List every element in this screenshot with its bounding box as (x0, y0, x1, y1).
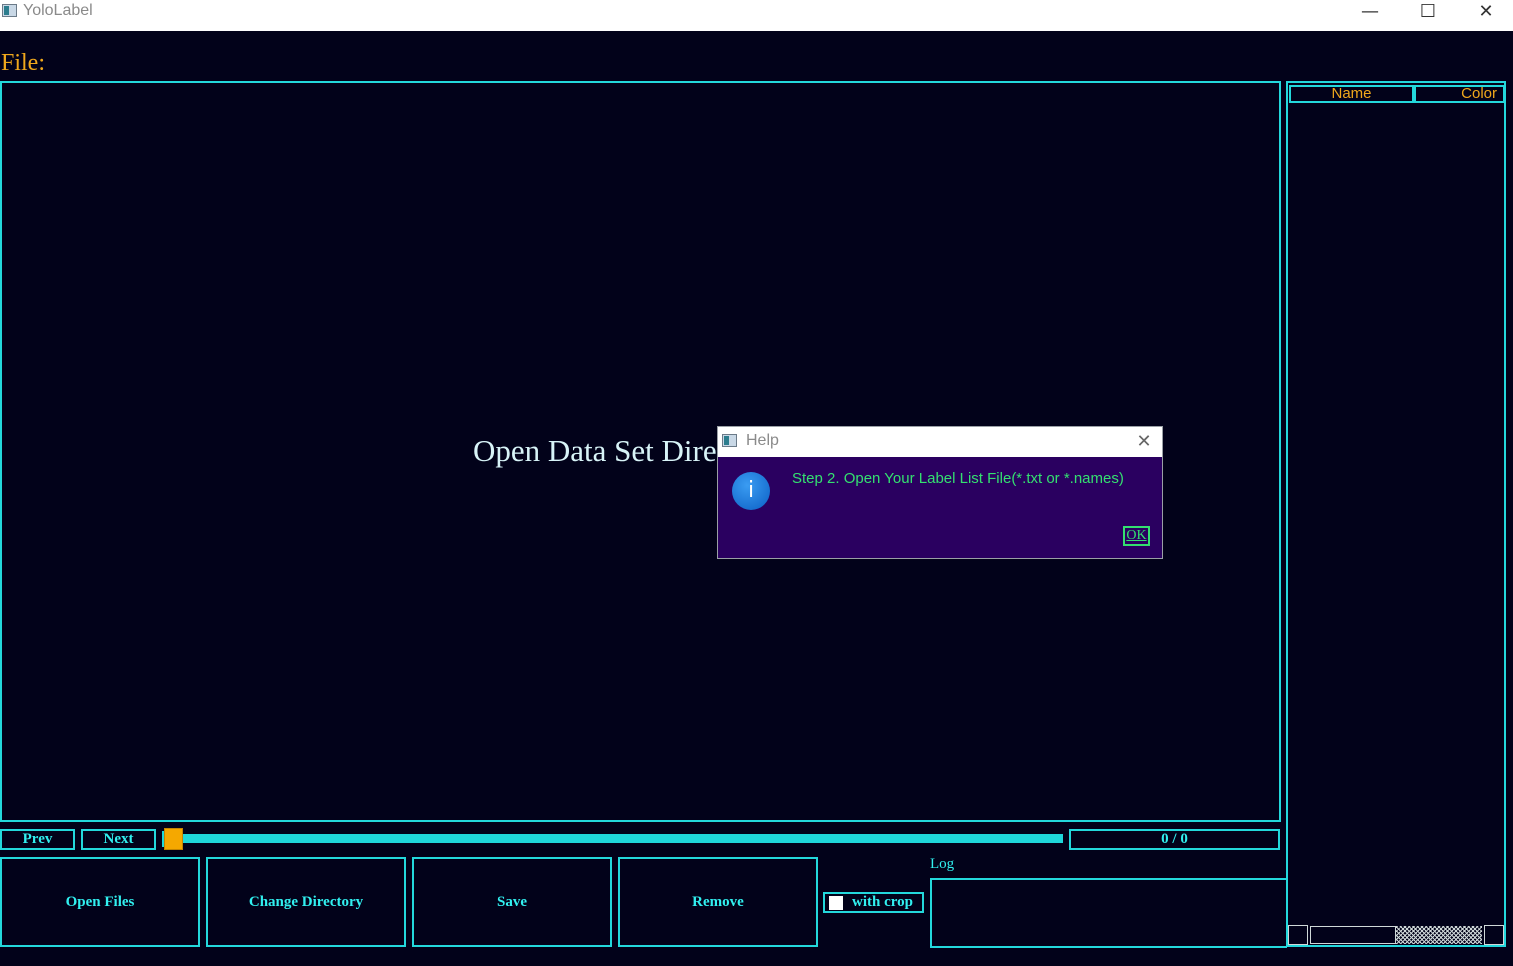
scroll-right-button[interactable] (1484, 925, 1504, 945)
horizontal-scrollbar[interactable] (1288, 925, 1504, 945)
dialog-title: Help (746, 432, 779, 449)
log-title: Log (930, 856, 955, 872)
viewport-message: Open Data Set Dire (473, 433, 717, 468)
scroll-track[interactable] (1396, 926, 1482, 944)
image-slider-thumb[interactable] (164, 828, 183, 850)
log-output[interactable] (930, 878, 1287, 948)
minimize-button[interactable]: — (1341, 0, 1399, 22)
maximize-button[interactable]: ☐ (1399, 0, 1457, 22)
label-list-panel[interactable]: Name Color (1286, 81, 1506, 947)
column-header-name[interactable]: Name (1289, 85, 1414, 103)
dialog-close-icon[interactable]: ✕ (1132, 430, 1156, 454)
column-header-color[interactable]: Color (1414, 85, 1505, 103)
with-crop-label: with crop (852, 894, 913, 910)
image-counter: 0 / 0 (1069, 829, 1280, 850)
ok-button[interactable]: OK (1123, 526, 1150, 546)
file-path-label: File: (1, 50, 46, 76)
image-slider-track[interactable] (164, 834, 1063, 843)
scroll-thumb[interactable] (1310, 926, 1396, 944)
save-button[interactable]: Save (412, 857, 612, 947)
help-dialog: Help ✕ i Step 2. Open Your Label List Fi… (717, 426, 1163, 559)
window-titlebar: YoloLabel — ☐ ✕ (0, 0, 1513, 31)
dialog-titlebar: Help ✕ (718, 427, 1162, 457)
checkbox-square[interactable] (828, 894, 844, 911)
open-files-button[interactable]: Open Files (0, 857, 200, 947)
change-directory-button[interactable]: Change Directory (206, 857, 406, 947)
app-icon (2, 4, 17, 17)
with-crop-checkbox[interactable]: with crop (823, 892, 924, 913)
remove-button[interactable]: Remove (618, 857, 818, 947)
next-button[interactable]: Next (81, 829, 156, 850)
close-button[interactable]: ✕ (1457, 0, 1513, 22)
dialog-message: Step 2. Open Your Label List File(*.txt … (792, 470, 1124, 487)
scroll-left-button[interactable] (1288, 925, 1308, 945)
window-title: YoloLabel (23, 2, 93, 19)
prev-button[interactable]: Prev (0, 829, 75, 850)
dialog-app-icon (722, 434, 737, 447)
info-icon: i (732, 472, 770, 510)
